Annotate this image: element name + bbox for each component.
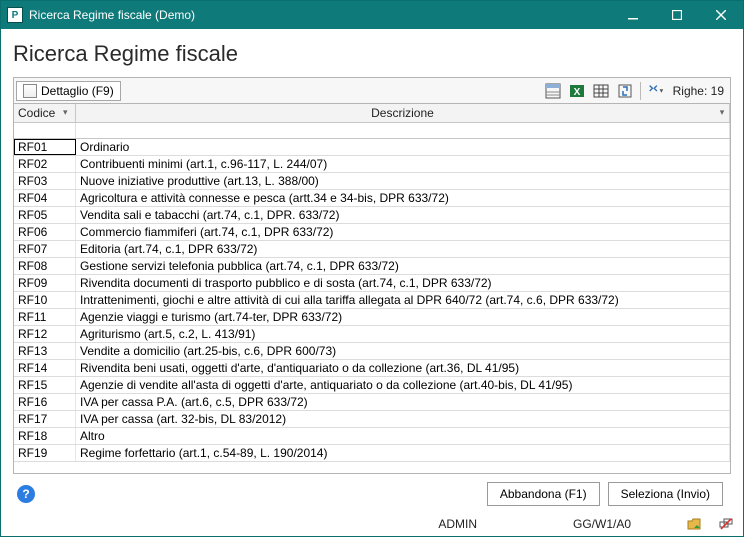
cell-codice: RF19 <box>14 445 76 461</box>
expand-icon[interactable] <box>616 82 634 100</box>
cell-codice: RF01 <box>14 139 76 155</box>
excel-export-icon[interactable]: X <box>568 82 586 100</box>
table-row[interactable]: RF01Ordinario <box>14 139 730 156</box>
statusbar: ADMIN GG/W1/A0 <box>1 514 743 536</box>
cell-descrizione: Altro <box>76 428 730 444</box>
app-icon: P <box>7 7 23 23</box>
cell-descrizione: Rivendita documenti di trasporto pubblic… <box>76 275 730 291</box>
content-area: Ricerca Regime fiscale Dettaglio (F9) X <box>1 29 743 514</box>
detail-button[interactable]: Dettaglio (F9) <box>16 81 121 101</box>
cell-codice: RF09 <box>14 275 76 291</box>
cell-descrizione: Vendite a domicilio (art.25-bis, c.6, DP… <box>76 343 730 359</box>
cell-codice: RF08 <box>14 258 76 274</box>
status-disconnect-icon[interactable] <box>719 517 733 531</box>
window-title: Ricerca Regime fiscale (Demo) <box>29 8 611 22</box>
data-table: Codice ▾ Descrizione ▾ RF01OrdinarioRF02… <box>13 103 731 474</box>
cell-codice: RF06 <box>14 224 76 240</box>
table-header: Codice ▾ Descrizione ▾ <box>14 104 730 123</box>
svg-text:X: X <box>573 87 580 98</box>
table-row[interactable]: RF14Rivendita beni usati, oggetti d'arte… <box>14 360 730 377</box>
column-header-descrizione[interactable]: Descrizione ▾ <box>76 104 730 122</box>
table-row[interactable]: RF13Vendite a domicilio (art.25-bis, c.6… <box>14 343 730 360</box>
cell-codice: RF02 <box>14 156 76 172</box>
minimize-button[interactable] <box>611 1 655 29</box>
cell-descrizione: Agenzie di vendite all'asta di oggetti d… <box>76 377 730 393</box>
cell-descrizione: Agricoltura e attività connesse e pesca … <box>76 190 730 206</box>
table-body: RF01OrdinarioRF02Contribuenti minimi (ar… <box>14 139 730 473</box>
cell-descrizione: Regime forfettario (art.1, c.54-89, L. 1… <box>76 445 730 461</box>
maximize-button[interactable] <box>655 1 699 29</box>
cell-codice: RF16 <box>14 394 76 410</box>
help-icon[interactable]: ? <box>17 485 35 503</box>
titlebar: P Ricerca Regime fiscale (Demo) <box>1 1 743 29</box>
abandon-button[interactable]: Abbandona (F1) <box>487 482 600 506</box>
toolbar: Dettaglio (F9) X <box>13 77 731 103</box>
table-row[interactable]: RF07Editoria (art.74, c.1, DPR 633/72) <box>14 241 730 258</box>
status-user: ADMIN <box>438 517 477 531</box>
table-row[interactable]: RF19Regime forfettario (art.1, c.54-89, … <box>14 445 730 462</box>
window-controls <box>611 1 743 29</box>
cell-descrizione: Agriturismo (art.5, c.2, L. 413/91) <box>76 326 730 342</box>
cell-descrizione: Intrattenimenti, giochi e altre attività… <box>76 292 730 308</box>
rows-count-label: Righe: 19 <box>673 84 724 98</box>
cell-codice: RF18 <box>14 428 76 444</box>
table-row[interactable]: RF03Nuove iniziative produttive (art.13,… <box>14 173 730 190</box>
column-header-codice[interactable]: Codice ▾ <box>14 104 76 122</box>
cell-codice: RF14 <box>14 360 76 376</box>
grid-config-icon[interactable] <box>544 82 562 100</box>
table-filter-row[interactable] <box>14 123 730 139</box>
detail-button-label: Dettaglio (F9) <box>41 84 114 98</box>
table-row[interactable]: RF18Altro <box>14 428 730 445</box>
cell-descrizione: Commercio fiammiferi (art.74, c.1, DPR 6… <box>76 224 730 240</box>
table-view-icon[interactable] <box>592 82 610 100</box>
table-row[interactable]: RF10Intrattenimenti, giochi e altre atti… <box>14 292 730 309</box>
cell-codice: RF10 <box>14 292 76 308</box>
cell-descrizione: Rivendita beni usati, oggetti d'arte, d'… <box>76 360 730 376</box>
cell-codice: RF12 <box>14 326 76 342</box>
table-row[interactable]: RF11Agenzie viaggi e turismo (art.74-ter… <box>14 309 730 326</box>
cell-codice: RF15 <box>14 377 76 393</box>
table-row[interactable]: RF09Rivendita documenti di trasporto pub… <box>14 275 730 292</box>
cell-codice: RF07 <box>14 241 76 257</box>
toolbar-icons: X <box>544 82 665 100</box>
cell-descrizione: Vendita sali e tabacchi (art.74, c.1, DP… <box>76 207 730 223</box>
detail-icon <box>23 84 37 98</box>
cell-descrizione: Contribuenti minimi (art.1, c.96-117, L.… <box>76 156 730 172</box>
close-button[interactable] <box>699 1 743 29</box>
cell-descrizione: IVA per cassa (art. 32-bis, DL 83/2012) <box>76 411 730 427</box>
table-row[interactable]: RF06Commercio fiammiferi (art.74, c.1, D… <box>14 224 730 241</box>
cell-descrizione: Gestione servizi telefonia pubblica (art… <box>76 258 730 274</box>
table-row[interactable]: RF12Agriturismo (art.5, c.2, L. 413/91) <box>14 326 730 343</box>
table-row[interactable]: RF17IVA per cassa (art. 32-bis, DL 83/20… <box>14 411 730 428</box>
table-row[interactable]: RF15Agenzie di vendite all'asta di ogget… <box>14 377 730 394</box>
window: P Ricerca Regime fiscale (Demo) Ricerca … <box>0 0 744 537</box>
cell-descrizione: Ordinario <box>76 139 730 155</box>
cell-codice: RF11 <box>14 309 76 325</box>
tools-dropdown-icon[interactable] <box>647 82 665 100</box>
status-folder-icon[interactable] <box>687 517 701 531</box>
cell-codice: RF05 <box>14 207 76 223</box>
table-row[interactable]: RF05Vendita sali e tabacchi (art.74, c.1… <box>14 207 730 224</box>
page-title: Ricerca Regime fiscale <box>13 41 731 67</box>
cell-codice: RF13 <box>14 343 76 359</box>
cell-codice: RF17 <box>14 411 76 427</box>
select-button[interactable]: Seleziona (Invio) <box>608 482 723 506</box>
cell-descrizione: IVA per cassa P.A. (art.6, c.5, DPR 633/… <box>76 394 730 410</box>
table-row[interactable]: RF04Agricoltura e attività connesse e pe… <box>14 190 730 207</box>
cell-codice: RF04 <box>14 190 76 206</box>
cell-descrizione: Agenzie viaggi e turismo (art.74-ter, DP… <box>76 309 730 325</box>
dialog-footer: ? Abbandona (F1) Seleziona (Invio) <box>13 474 731 510</box>
table-row[interactable]: RF02Contribuenti minimi (art.1, c.96-117… <box>14 156 730 173</box>
cell-codice: RF03 <box>14 173 76 189</box>
status-context: GG/W1/A0 <box>573 517 631 531</box>
chevron-down-icon[interactable]: ▾ <box>717 107 727 117</box>
table-row[interactable]: RF08Gestione servizi telefonia pubblica … <box>14 258 730 275</box>
cell-descrizione: Nuove iniziative produttive (art.13, L. … <box>76 173 730 189</box>
chevron-down-icon[interactable]: ▾ <box>63 107 73 117</box>
table-row[interactable]: RF16IVA per cassa P.A. (art.6, c.5, DPR … <box>14 394 730 411</box>
cell-descrizione: Editoria (art.74, c.1, DPR 633/72) <box>76 241 730 257</box>
